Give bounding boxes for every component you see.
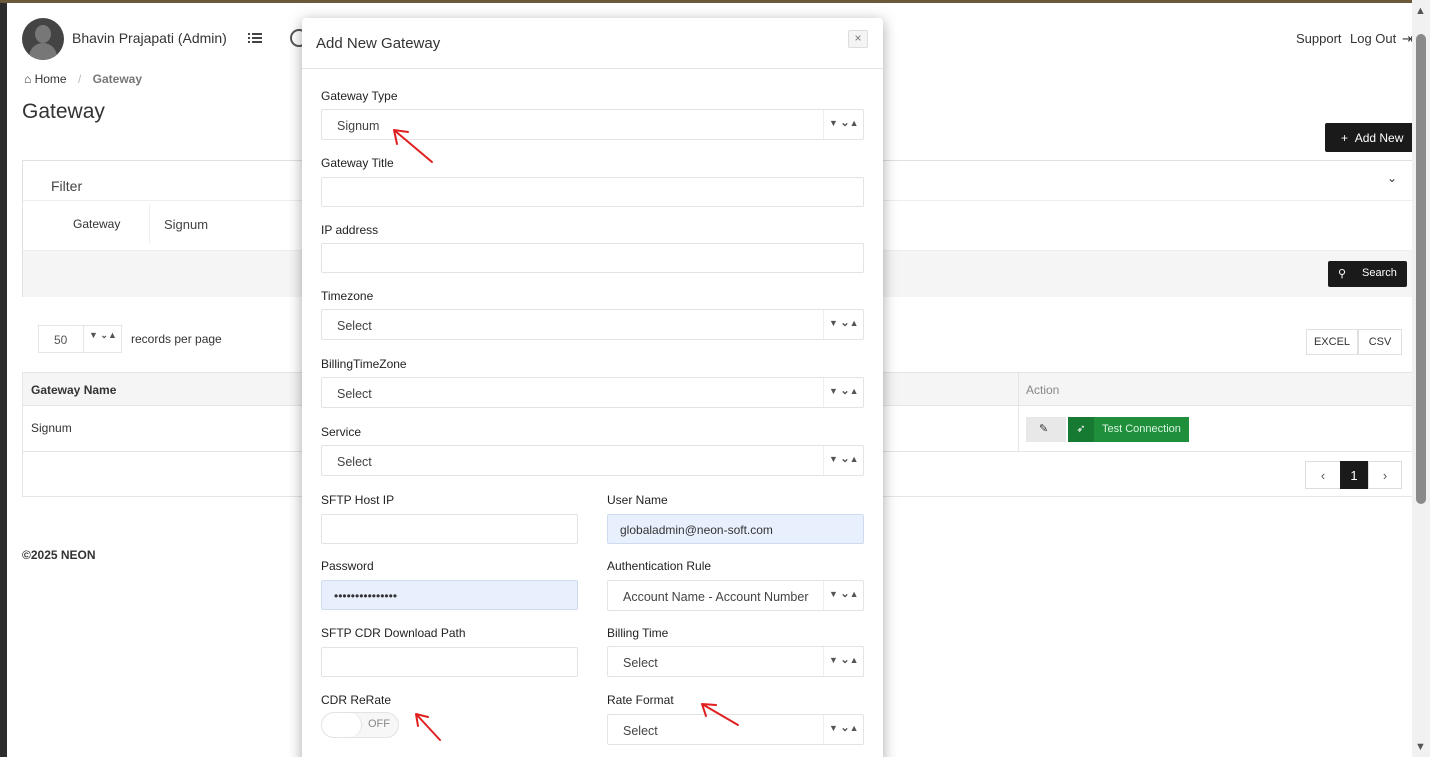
select-arrows-icon: ▼ ⌄▲ xyxy=(823,310,863,339)
page-title: Gateway xyxy=(22,100,105,123)
timezone-label: Timezone xyxy=(321,289,374,303)
select-arrows-icon: ▼ ⌄▲ xyxy=(823,581,863,610)
avatar[interactable] xyxy=(22,18,64,60)
pager-next[interactable]: › xyxy=(1368,461,1402,489)
column-gateway-name[interactable]: Gateway Name xyxy=(31,383,116,397)
breadcrumb-current: Gateway xyxy=(92,72,142,86)
gateway-title-label: Gateway Title xyxy=(321,156,394,170)
breadcrumb: ⌂ Home / Gateway xyxy=(24,72,142,86)
excel-button[interactable]: EXCEL xyxy=(1306,329,1358,355)
user-name-label: User Name xyxy=(607,493,668,507)
sftp-host-input[interactable] xyxy=(321,514,578,544)
annotation-arrow-icon xyxy=(701,703,739,726)
annotation-arrow-icon xyxy=(415,713,441,741)
scroll-up-icon[interactable]: ▲ xyxy=(1415,5,1426,17)
gateway-type-label: Gateway Type xyxy=(321,89,398,103)
records-per-page-select[interactable]: 50 xyxy=(38,325,84,353)
plus-icon: + xyxy=(1341,131,1349,145)
select-arrows-icon: ▼ ⌄▲ xyxy=(823,110,863,139)
cdr-rerate-label: CDR ReRate xyxy=(321,693,392,707)
select-arrows-icon[interactable]: ▼ ⌄▲ xyxy=(84,325,122,353)
select-arrows-icon: ▼ ⌄▲ xyxy=(823,715,863,744)
pencil-icon: ✎ xyxy=(1039,423,1049,435)
home-icon: ⌂ xyxy=(24,72,32,86)
timezone-select[interactable]: Select ▼ ⌄▲ xyxy=(321,309,864,340)
csv-button[interactable]: CSV xyxy=(1358,329,1402,355)
breadcrumb-home[interactable]: Home xyxy=(35,72,67,86)
cdr-path-input[interactable] xyxy=(321,647,578,677)
scroll-thumb[interactable] xyxy=(1416,34,1426,504)
modal-header: Add New Gateway × xyxy=(302,18,883,69)
service-select[interactable]: Select ▼ ⌄▲ xyxy=(321,445,864,476)
sftp-host-label: SFTP Host IP xyxy=(321,493,395,507)
scroll-down-icon[interactable]: ▼ xyxy=(1415,741,1426,753)
billing-time-select[interactable]: Select ▼ ⌄▲ xyxy=(607,646,864,677)
test-connection-button[interactable]: ➶ Test Connection xyxy=(1068,417,1189,442)
ip-address-input[interactable] xyxy=(321,243,864,273)
ip-address-label: IP address xyxy=(321,223,379,237)
gateway-title-input[interactable] xyxy=(321,177,864,207)
rate-format-label: Rate Format xyxy=(607,693,674,707)
annotation-arrow-icon xyxy=(393,129,433,163)
chevron-down-icon[interactable]: ⌄ xyxy=(1387,171,1397,185)
filter-gateway-label: Gateway xyxy=(73,217,121,231)
list-icon[interactable] xyxy=(248,31,262,45)
billing-timezone-label: BillingTimeZone xyxy=(321,357,407,371)
close-icon[interactable]: × xyxy=(848,30,868,48)
gateway-name-cell: Signum xyxy=(31,421,72,435)
search-icon: ⚲ xyxy=(1338,268,1347,280)
password-label: Password xyxy=(321,559,374,573)
select-arrows-icon: ▼ ⌄▲ xyxy=(823,446,863,475)
auth-rule-select[interactable]: Account Name - Account Number ▼ ⌄▲ xyxy=(607,580,864,611)
billing-timezone-select[interactable]: Select ▼ ⌄▲ xyxy=(321,377,864,408)
auth-rule-label: Authentication Rule xyxy=(607,559,712,573)
pager-page-1[interactable]: 1 xyxy=(1340,461,1368,489)
select-arrows-icon: ▼ ⌄▲ xyxy=(823,647,863,676)
add-new-button[interactable]: + Add New xyxy=(1325,123,1415,152)
filter-title: Filter xyxy=(51,178,83,194)
cdr-path-label: SFTP CDR Download Path xyxy=(321,626,466,640)
modal-title: Add New Gateway xyxy=(316,35,441,52)
left-edge xyxy=(0,3,7,757)
select-arrows-icon: ▼ ⌄▲ xyxy=(823,378,863,407)
top-strip xyxy=(0,0,1430,3)
rocket-icon: ➶ xyxy=(1068,417,1094,442)
support-link[interactable]: Support xyxy=(1296,31,1342,46)
user-name[interactable]: Bhavin Prajapati (Admin) xyxy=(72,30,227,46)
cdr-rerate-toggle[interactable]: OFF xyxy=(321,712,399,738)
scrollbar[interactable]: ▲ ▼ xyxy=(1412,0,1430,757)
service-label: Service xyxy=(321,425,362,439)
user-name-input[interactable]: globaladmin@neon-soft.com xyxy=(607,514,864,544)
footer-copyright: ©2025 NEON xyxy=(22,548,96,562)
records-per-page-label: records per page xyxy=(131,332,222,346)
edit-button[interactable]: ✎ xyxy=(1026,417,1066,442)
password-input[interactable]: ••••••••••••••• xyxy=(321,580,578,610)
billing-time-label: Billing Time xyxy=(607,626,669,640)
pager-prev[interactable]: ‹ xyxy=(1305,461,1341,489)
logout-link[interactable]: Log Out xyxy=(1350,31,1396,46)
search-button[interactable]: ⚲ Search xyxy=(1328,261,1407,287)
column-action: Action xyxy=(1026,383,1060,397)
